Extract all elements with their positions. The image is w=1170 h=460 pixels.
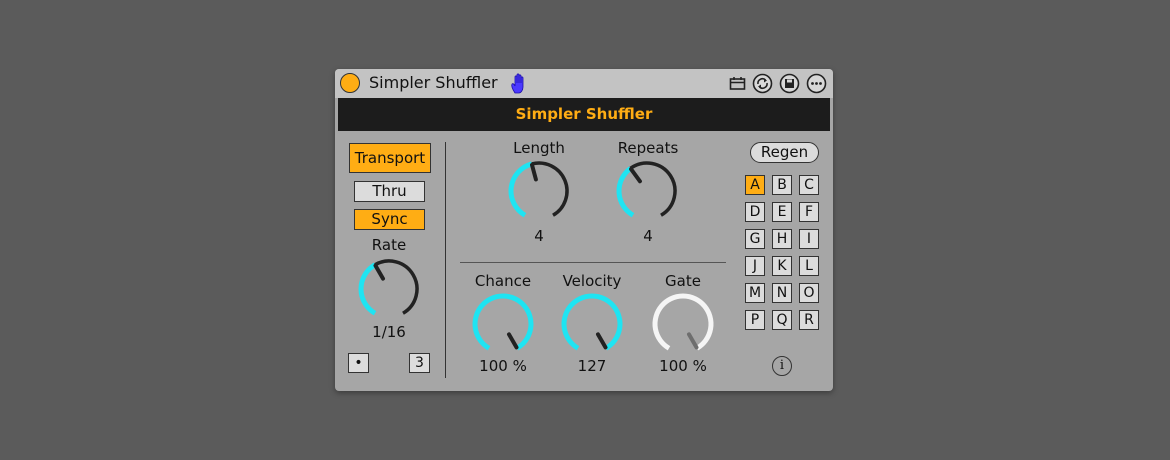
gate-label: Gate [665,272,701,290]
knob-needle [629,167,642,184]
velocity-label: Velocity [562,272,622,290]
power-icon[interactable] [340,73,360,93]
chance-value: 100 % [479,357,527,375]
sync-button[interactable]: Sync [354,209,425,230]
rate-label: Rate [371,236,407,254]
repeats-knob[interactable] [614,158,680,224]
pattern-slot-g[interactable]: G [745,229,765,249]
knob-value-arc [358,262,377,316]
length-label: Length [513,139,565,157]
thru-button[interactable]: Thru [354,181,425,202]
pattern-slot-n[interactable]: N [772,283,792,303]
triplet-toggle[interactable]: 3 [409,353,430,373]
knob-track [374,259,419,315]
knob-needle [687,332,699,350]
length-knob[interactable] [506,158,572,224]
knob-needle [530,162,538,182]
knob-needle [507,332,519,350]
pattern-slot-a[interactable]: A [745,175,765,195]
chance-knob[interactable] [470,291,536,357]
pattern-slot-q[interactable]: Q [772,310,792,330]
chance-label: Chance [474,272,532,290]
knob-needle [596,332,608,350]
knob-value-arc [508,161,533,218]
knob-divider [460,262,726,263]
gate-value: 100 % [659,357,707,375]
velocity-value: 127 [577,357,607,375]
knob-needle [373,263,385,281]
repeats-label: Repeats [617,139,679,157]
left-divider [445,142,446,378]
knob-value-arc [472,293,534,351]
repeats-value: 4 [643,227,653,245]
pattern-slot-i[interactable]: I [799,229,819,249]
pattern-slot-b[interactable]: B [772,175,792,195]
pattern-slot-d[interactable]: D [745,202,765,222]
device-titlebar: Simpler Shuffler [335,69,833,98]
info-icon[interactable]: i [772,356,792,376]
pattern-slot-f[interactable]: F [799,202,819,222]
gate-knob[interactable] [650,291,716,357]
device-window: Simpler Shuffler Simpler Shuffler Transp… [335,69,833,391]
header-title: Simpler Shuffler [515,105,653,123]
pattern-slot-o[interactable]: O [799,283,819,303]
pattern-slot-k[interactable]: K [772,256,792,276]
knob-track [531,161,569,217]
knob-value-arc [616,166,635,218]
device-title: Simpler Shuffler [369,73,498,92]
dotted-toggle[interactable]: • [348,353,369,373]
device-header: Simpler Shuffler [338,98,830,131]
knob-track [629,161,677,217]
save-icon[interactable] [779,73,800,94]
hot-swap-icon[interactable] [752,73,773,94]
pattern-slot-r[interactable]: R [799,310,819,330]
more-icon[interactable] [806,73,827,94]
velocity-knob[interactable] [559,291,625,357]
pattern-slot-h[interactable]: H [772,229,792,249]
pattern-slot-m[interactable]: M [745,283,765,303]
tempo-icon[interactable] [729,76,746,91]
hand-icon [511,73,524,94]
rate-value: 1/16 [372,323,406,341]
pattern-slot-e[interactable]: E [772,202,792,222]
pattern-slot-c[interactable]: C [799,175,819,195]
pattern-slot-p[interactable]: P [745,310,765,330]
length-value: 4 [534,227,544,245]
pattern-slot-j[interactable]: J [745,256,765,276]
regen-button[interactable]: Regen [750,142,819,163]
knob-value-arc [561,293,623,351]
knob-value-arc [652,293,714,351]
transport-button[interactable]: Transport [349,143,431,173]
pattern-slot-l[interactable]: L [799,256,819,276]
rate-knob[interactable] [356,256,422,322]
